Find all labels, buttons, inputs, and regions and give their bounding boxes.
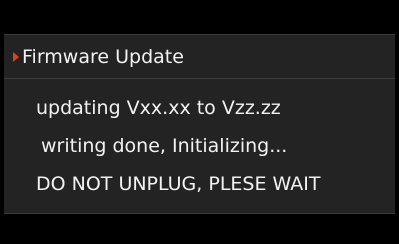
status-line-progress: writing done, Initializing... [41,135,288,157]
dialog-title: Firmware Update [22,46,184,68]
dialog-header: Firmware Update [4,35,395,79]
device-screen: Firmware Update updating Vxx.xx to Vzz.z… [0,0,399,244]
firmware-update-dialog: Firmware Update updating Vxx.xx to Vzz.z… [4,34,395,214]
status-line-warning: DO NOT UNPLUG, PLESE WAIT [36,173,321,195]
triangle-right-icon [13,52,19,62]
status-line-version: updating Vxx.xx to Vzz.zz [36,97,281,119]
